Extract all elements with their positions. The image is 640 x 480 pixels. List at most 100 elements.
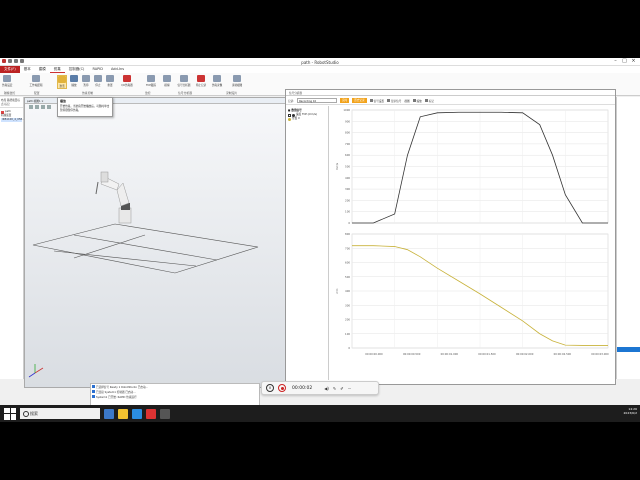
more-icon[interactable]: ···: [348, 386, 352, 391]
y-tick-label: 600: [345, 153, 350, 157]
layout-tree: path 机械装置 IRB1100_4_058...: [0, 108, 25, 124]
system-tray[interactable]: 14:26 2023/6/2: [624, 407, 637, 415]
app-window: path - RobotStudio – □ × 文件(F) 基本 建模 仿真 …: [0, 58, 640, 422]
info-icon: [92, 385, 95, 388]
signal-row[interactable]: 位置 X: [288, 117, 326, 121]
windows-start-icon[interactable]: [4, 407, 16, 420]
sim-recording-button[interactable]: 仿真录像: [210, 75, 224, 89]
microphone-icon[interactable]: ✎: [333, 386, 336, 391]
y-tick-label: 500: [345, 165, 350, 169]
chart-area[interactable]: 0 100 200 300 400 500 600 700 800 900 1000 mm/s 0 100…: [332, 106, 614, 384]
y-tick-label: 800: [345, 131, 350, 135]
record-icon: [197, 75, 205, 82]
app-icon[interactable]: [160, 408, 170, 419]
tab-addins[interactable]: Add-Ins: [107, 66, 128, 73]
minimize-icon[interactable]: –: [611, 58, 620, 65]
history-button[interactable]: 历史记录: [352, 98, 367, 103]
reset-button[interactable]: 重置: [105, 75, 115, 89]
close-icon[interactable]: ×: [629, 58, 638, 65]
show-signals-button[interactable]: 显示信号: [387, 99, 401, 103]
y-tick-label: 900: [345, 119, 350, 123]
y-tick-label: 500: [345, 275, 350, 279]
stop-recording-icon[interactable]: [278, 384, 286, 392]
x-tick-label: 00:00:03.000: [591, 352, 609, 356]
group-recording: 录制短片: [226, 91, 238, 95]
play-button[interactable]: 播放: [69, 75, 79, 89]
signal-list-header: ■ 数值信号: [288, 109, 302, 112]
reset-icon: [106, 75, 114, 82]
tab-simulation[interactable]: 仿真: [49, 66, 65, 73]
y-tick-label: 700: [345, 142, 350, 146]
collision-monitor-button[interactable]: 仿真设定: [2, 75, 12, 89]
stop-button[interactable]: 停止: [93, 75, 103, 89]
right-panel: [616, 97, 640, 379]
y-tick-label: 0: [348, 221, 350, 225]
view-button[interactable]: 视图: [404, 99, 409, 103]
3d-viewport[interactable]: path:视图1 ×: [24, 97, 287, 388]
tab-rapid[interactable]: RAPID: [88, 66, 107, 73]
y-axis-label: mm/s: [335, 162, 339, 170]
group-collision: 碰撞监控: [4, 91, 16, 95]
x-tick-label: 00:00:02.500: [554, 352, 572, 356]
y-tick-label: 100: [345, 332, 350, 336]
volume-icon[interactable]: ◀): [324, 386, 329, 391]
signal-checkbox[interactable]: [288, 113, 291, 117]
y-tick-label: 700: [345, 246, 350, 250]
maximize-icon[interactable]: □: [620, 58, 629, 65]
io-simulator-button[interactable]: I/O仿真器: [120, 75, 134, 89]
group-sim-control: 仿真控制: [82, 91, 94, 95]
edge-icon[interactable]: [132, 408, 142, 419]
y-tick-label: 100: [345, 210, 350, 214]
title-bar: path - RobotStudio – □ ×: [0, 58, 640, 66]
camera-icon: [213, 75, 221, 82]
tab-file[interactable]: 文件(F): [0, 66, 20, 73]
pause-recording-button[interactable]: II: [266, 384, 274, 392]
y-tick-label: 600: [345, 261, 350, 265]
recording-dropdown[interactable]: Recording 10: [297, 98, 338, 103]
view-icon: [233, 75, 241, 82]
pen-icon[interactable]: ✐: [340, 386, 343, 391]
tab-modeling[interactable]: 建模: [35, 66, 50, 73]
y-tick-label: 200: [345, 318, 350, 322]
analyzer-icon: [180, 75, 188, 82]
y-axis-label: mm: [336, 288, 339, 294]
stop-recording-button[interactable]: 停止记录: [194, 75, 208, 89]
signal-analyzer-button[interactable]: 信号分析器: [176, 75, 192, 89]
group-signal-analyzer: 信号分析器: [178, 91, 192, 95]
right-panel-selection[interactable]: [617, 347, 640, 352]
file-explorer-icon[interactable]: [118, 408, 128, 419]
tcp-trace-button[interactable]: TCP跟踪: [144, 75, 158, 89]
robotstudio-icon[interactable]: [146, 408, 156, 419]
activate-button[interactable]: 激活: [57, 75, 67, 89]
signal-settings-button[interactable]: 信号设置: [369, 99, 384, 103]
layout-panel-tabs[interactable]: 布局 路径和目标点 标记: [0, 97, 23, 108]
live-button[interactable]: 实时: [340, 98, 350, 103]
marker-icon: [424, 99, 428, 102]
zoom-button[interactable]: 缩放: [412, 99, 422, 103]
tray-date: 2023/6/2: [623, 411, 637, 415]
tab-home[interactable]: 基本: [20, 66, 35, 73]
play-icon: [70, 75, 78, 82]
pause-button[interactable]: 暂停: [81, 75, 91, 89]
window-controls: – □ ×: [611, 58, 638, 65]
tree-item-robot[interactable]: IRB1100_4_058...: [1, 118, 25, 122]
group-monitor: 监控: [145, 91, 151, 95]
logic-icon: [32, 75, 40, 82]
y-tick-label: 300: [345, 303, 350, 307]
io-icon: [123, 75, 131, 82]
simulate-button[interactable]: 模拟: [160, 75, 174, 89]
tab-controller[interactable]: 控制器(C): [65, 66, 89, 73]
y-tick-label: 300: [345, 187, 350, 191]
tooltip-title: 播放: [60, 99, 67, 103]
x-tick-label: 00:00:00.000: [365, 352, 383, 356]
output-line[interactable]: System1 已开始: RAPID 仿真运行: [92, 395, 258, 400]
signal-chart[interactable]: 0 100 200 300 400 500 600 700 800 900 1000 mm/s 0 100…: [332, 106, 614, 384]
signal-color-icon: [288, 117, 291, 121]
markers-button[interactable]: 标记: [424, 99, 434, 103]
task-view-icon[interactable]: [104, 408, 114, 419]
taskbar-search[interactable]: 搜索: [20, 408, 100, 419]
record-view-button[interactable]: 录制视图: [230, 75, 244, 89]
station-logic-button[interactable]: 工作站逻辑: [26, 75, 46, 89]
window-title: path - RobotStudio: [301, 59, 339, 65]
robot-model: [95, 171, 132, 224]
